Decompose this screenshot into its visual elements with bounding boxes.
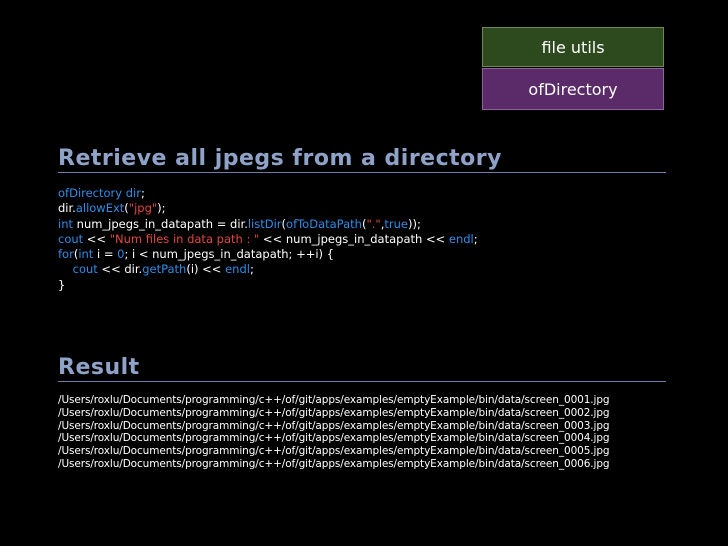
code-token: );	[157, 201, 166, 216]
code-token: true	[384, 216, 408, 231]
code-token: ;	[473, 231, 478, 246]
code-token: for	[58, 247, 74, 262]
code-token: getPath	[142, 262, 187, 277]
result-line: /Users/roxlu/Documents/programming/c++/o…	[58, 406, 610, 419]
code-line: dir.allowExt("jpg");	[58, 201, 478, 216]
code-line: cout << "Num files in data path : " << n…	[58, 232, 478, 247]
code-line: for(int i = 0; i < num_jpegs_in_datapath…	[58, 247, 478, 262]
code-token: "Num files in data path : "	[109, 231, 260, 246]
code-token: int	[78, 247, 94, 262]
code-token: dir.	[58, 201, 76, 216]
code-line: int num_jpegs_in_datapath = dir.listDir(…	[58, 217, 478, 232]
code-token: cout	[72, 262, 98, 277]
code-token: }	[58, 277, 66, 292]
code-token: ofToDataPath	[286, 216, 362, 231]
code-token: endl	[225, 262, 250, 277]
code-token: "jpg"	[128, 201, 158, 216]
code-block: ofDirectory dir; dir.allowExt("jpg"); int …	[58, 186, 478, 293]
code-token: "."	[366, 216, 381, 231]
result-line: /Users/roxlu/Documents/programming/c++/o…	[58, 457, 610, 470]
section-title-retrieve: Retrieve all jpegs from a directory	[58, 147, 666, 173]
code-token: << dir.	[97, 262, 143, 277]
code-line: cout << dir.getPath(i) << endl;	[58, 262, 478, 277]
code-line: ofDirectory dir;	[58, 186, 478, 201]
result-line: /Users/roxlu/Documents/programming/c++/o…	[58, 445, 610, 458]
code-token: ;	[140, 186, 145, 200]
code-token: num_jpegs_in_datapath = dir.	[73, 216, 248, 231]
code-token: listDir	[247, 216, 282, 231]
code-token: int	[58, 216, 73, 231]
tag-ofdirectory: ofDirectory	[482, 68, 664, 110]
code-token: (i) <<	[186, 262, 226, 277]
code-token: ));	[407, 216, 421, 231]
code-token: endl	[448, 231, 474, 246]
code-line: }	[58, 278, 478, 293]
code-token: <<	[83, 231, 110, 246]
tag-file-utils: file utils	[482, 27, 664, 67]
result-line: /Users/roxlu/Documents/programming/c++/o…	[58, 432, 610, 445]
code-token: ;	[249, 262, 254, 277]
code-token: ; i < num_jpegs_in_datapath; ++i) {	[124, 247, 335, 262]
result-line: /Users/roxlu/Documents/programming/c++/o…	[58, 419, 610, 432]
code-token: ofDirectory dir	[58, 186, 141, 200]
code-token: allowExt	[75, 201, 125, 216]
section-title-result: Result	[58, 356, 666, 382]
code-token: << num_jpegs_in_datapath <<	[259, 231, 449, 246]
result-line: /Users/roxlu/Documents/programming/c++/o…	[58, 394, 610, 406]
code-token: i =	[93, 247, 118, 262]
code-token: cout	[58, 231, 84, 246]
results-block: /Users/roxlu/Documents/programming/c++/o…	[58, 394, 610, 471]
